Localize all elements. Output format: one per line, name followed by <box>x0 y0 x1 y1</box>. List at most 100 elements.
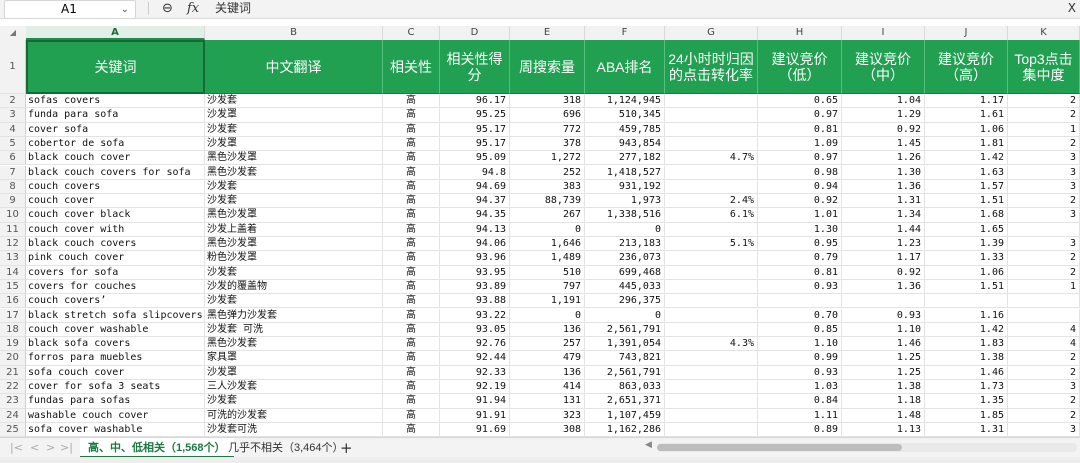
row-number[interactable]: 13 <box>0 251 26 266</box>
row-number[interactable]: 19 <box>0 337 26 352</box>
table-cell[interactable]: 4.7% <box>665 151 758 166</box>
table-cell[interactable]: 0.95 <box>758 237 842 252</box>
table-cell[interactable]: 1.04 <box>842 94 925 109</box>
table-cell[interactable]: 2.4% <box>665 194 758 209</box>
column-header-b[interactable]: B <box>205 26 383 40</box>
table-cell[interactable]: 0.65 <box>758 94 842 109</box>
table-cell[interactable]: 高 <box>383 365 440 380</box>
table-cell[interactable]: 699,468 <box>585 265 665 280</box>
row-number[interactable]: 2 <box>0 94 26 109</box>
table-cell[interactable]: 94.69 <box>440 179 510 195</box>
column-header-h[interactable]: H <box>758 26 842 40</box>
table-cell[interactable]: 1.01 <box>758 208 842 223</box>
table-cell[interactable]: 1.85 <box>925 408 1008 423</box>
table-cell[interactable] <box>665 294 758 309</box>
column-header-g[interactable]: G <box>665 26 758 40</box>
table-cell[interactable]: 1.25 <box>842 365 925 380</box>
table-cell[interactable]: 高 <box>383 108 440 123</box>
table-cell[interactable]: couch cover with <box>26 222 205 237</box>
row-number[interactable]: 20 <box>0 351 26 366</box>
table-cell[interactable]: 1,338,516 <box>585 208 665 223</box>
table-cell[interactable]: cobertor de sofa <box>26 136 205 152</box>
table-cell[interactable]: 93.05 <box>440 322 510 338</box>
table-cell[interactable] <box>665 122 758 137</box>
table-cell[interactable]: 1.25 <box>842 351 925 366</box>
table-cell[interactable]: 2 <box>1008 108 1080 123</box>
table-cell[interactable]: 高 <box>383 94 440 109</box>
table-cell[interactable]: 1.13 <box>842 422 925 437</box>
table-cell[interactable]: 1.36 <box>842 179 925 195</box>
table-cell[interactable]: couch cover black <box>26 208 205 223</box>
table-cell[interactable]: 5.1% <box>665 237 758 252</box>
table-cell[interactable]: 0.98 <box>758 165 842 180</box>
table-cell[interactable]: 黑色沙发套 <box>205 337 383 352</box>
column-header-f[interactable]: F <box>585 26 665 40</box>
table-cell[interactable]: 4 <box>1008 322 1080 338</box>
column-header-d[interactable]: D <box>440 26 510 40</box>
table-cell[interactable]: 0 <box>585 222 665 237</box>
table-cell[interactable]: 1.35 <box>925 394 1008 409</box>
table-cell[interactable] <box>1008 308 1080 323</box>
table-cell[interactable]: 高 <box>383 194 440 209</box>
table-cell[interactable]: 高 <box>383 122 440 137</box>
table-cell[interactable] <box>758 294 842 309</box>
first-sheet-icon[interactable]: |< <box>10 438 23 458</box>
table-cell[interactable] <box>665 165 758 180</box>
table-cell[interactable]: 1.57 <box>925 179 1008 195</box>
table-cell[interactable]: 1.68 <box>925 208 1008 223</box>
table-cell[interactable]: 1.17 <box>842 251 925 266</box>
table-cell[interactable]: 92.19 <box>440 380 510 395</box>
table-cell[interactable]: 252 <box>510 165 585 180</box>
table-cell[interactable]: black sofa covers <box>26 337 205 352</box>
table-cell[interactable] <box>665 94 758 109</box>
table-cell[interactable]: 2 <box>1008 194 1080 209</box>
table-cell[interactable]: 可洗的沙发套 <box>205 408 383 423</box>
table-cell[interactable]: 267 <box>510 208 585 223</box>
table-cell[interactable]: 1.63 <box>925 165 1008 180</box>
table-cell[interactable]: 1,646 <box>510 237 585 252</box>
row-number[interactable]: 18 <box>0 322 26 338</box>
table-cell[interactable]: 1.42 <box>925 322 1008 338</box>
table-cell[interactable]: 931,192 <box>585 179 665 195</box>
table-cell[interactable]: 1.51 <box>925 194 1008 209</box>
table-cell[interactable]: 94.06 <box>440 237 510 252</box>
select-all-corner[interactable]: ◢ <box>0 26 26 40</box>
table-cell[interactable]: 1.30 <box>758 222 842 237</box>
table-cell[interactable]: 1.83 <box>925 337 1008 352</box>
row-number[interactable]: 24 <box>0 408 26 423</box>
table-cell[interactable]: black stretch sofa slipcovers <box>26 308 205 323</box>
table-cell[interactable]: 高 <box>383 294 440 309</box>
table-cell[interactable]: 沙发套 <box>205 265 383 280</box>
table-cell[interactable]: 0.93 <box>758 279 842 295</box>
table-cell[interactable] <box>665 222 758 237</box>
table-cell[interactable]: 1.34 <box>842 208 925 223</box>
row-number[interactable]: 23 <box>0 394 26 409</box>
table-cell[interactable]: 2 <box>1008 408 1080 423</box>
table-cell[interactable]: 高 <box>383 251 440 266</box>
table-cell[interactable]: 高 <box>383 237 440 252</box>
row-number[interactable]: 15 <box>0 279 26 295</box>
scroll-left-icon[interactable]: ◀ <box>645 440 652 450</box>
table-cell[interactable]: 沙发罩 <box>205 365 383 380</box>
table-cell[interactable]: 高 <box>383 422 440 437</box>
table-cell[interactable]: 1.65 <box>925 222 1008 237</box>
table-cell[interactable]: 1,418,527 <box>585 165 665 180</box>
table-cell[interactable]: 0 <box>585 308 665 323</box>
table-cell[interactable]: 1.29 <box>842 108 925 123</box>
table-cell[interactable]: 1.26 <box>842 151 925 166</box>
table-cell[interactable] <box>665 265 758 280</box>
table-cell[interactable]: 高 <box>383 322 440 338</box>
table-cell[interactable] <box>665 279 758 295</box>
table-cell[interactable] <box>1008 222 1080 237</box>
table-cell[interactable]: 0.92 <box>758 194 842 209</box>
table-cell[interactable]: 1.09 <box>758 136 842 152</box>
table-cell[interactable]: 1.46 <box>842 337 925 352</box>
column-title[interactable]: 建议竞价（高） <box>925 40 1008 94</box>
table-cell[interactable]: 92.33 <box>440 365 510 380</box>
table-cell[interactable]: 沙发套 <box>205 122 383 137</box>
table-cell[interactable]: 1.39 <box>925 237 1008 252</box>
table-cell[interactable]: 1.73 <box>925 380 1008 395</box>
table-cell[interactable] <box>665 108 758 123</box>
table-cell[interactable]: 0.94 <box>758 179 842 195</box>
table-cell[interactable]: 高 <box>383 408 440 423</box>
